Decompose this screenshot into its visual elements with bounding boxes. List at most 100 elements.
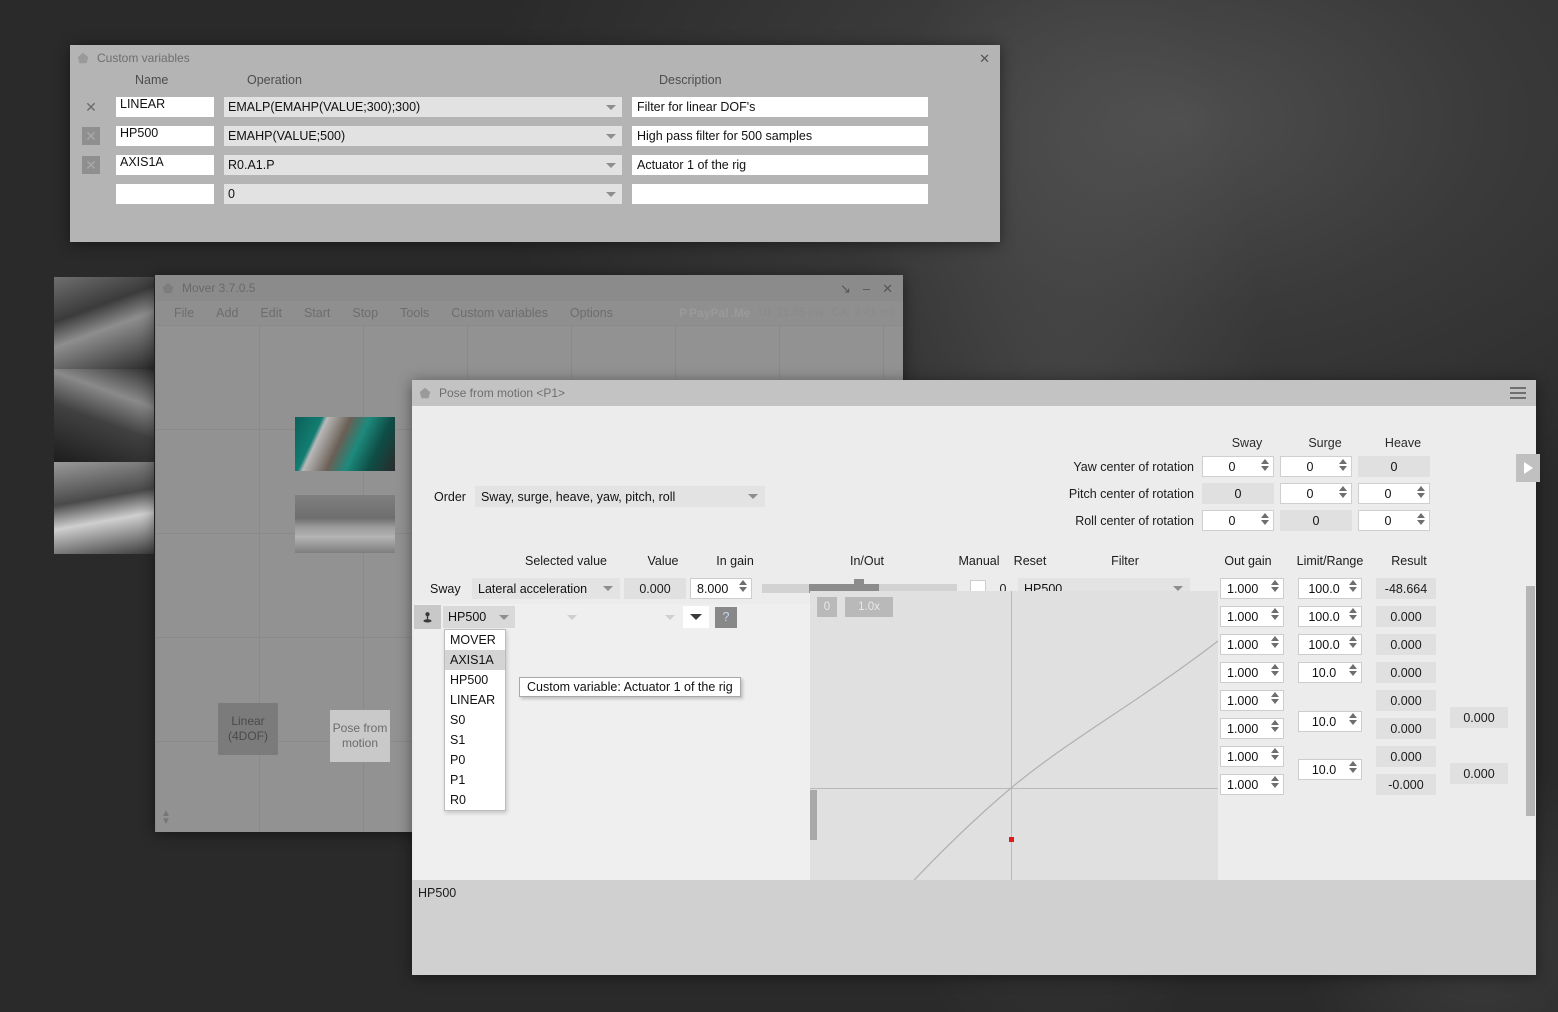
menu-item-start[interactable]: Start (293, 306, 341, 320)
menu-item-file[interactable]: File (163, 306, 205, 320)
spinner-arrows-icon[interactable] (1417, 486, 1425, 498)
graph-scroll-handle[interactable] (810, 790, 817, 840)
variable-dropdown-list[interactable]: MOVER AXIS1A HP500 LINEAR S0 S1 P0 P1 R0 (444, 629, 506, 811)
dropdown-item-hp500[interactable]: HP500 (445, 670, 505, 690)
variable-operation-combo[interactable]: EMAHP(VALUE;500) (224, 126, 622, 146)
pitch-center-surge-spinner[interactable]: 0 (1280, 483, 1352, 504)
variable-operation-combo[interactable]: R0.A1.P (224, 155, 622, 175)
variable-name-input[interactable]: AXIS1A (116, 155, 214, 175)
limit-range-input[interactable]: 10.0 (1298, 662, 1362, 683)
close-icon[interactable]: ✕ (979, 52, 990, 65)
menu-item-custom-variables[interactable]: Custom variables (440, 306, 559, 320)
minimize-icon[interactable]: – (863, 282, 870, 295)
sway-selected-value-combo[interactable]: Lateral acceleration (472, 578, 620, 599)
variable-operation-combo[interactable]: 0 (224, 184, 622, 204)
menu-item-tools[interactable]: Tools (389, 306, 440, 320)
roll-center-sway-spinner[interactable]: 0 (1202, 510, 1274, 531)
spinner-arrows-icon[interactable] (1349, 761, 1357, 773)
out-gain-input[interactable]: 1.000 (1220, 746, 1284, 767)
yaw-center-sway-spinner[interactable]: 0 (1202, 456, 1274, 477)
spinner-arrows-icon[interactable] (1271, 776, 1279, 788)
dropdown-item-p0[interactable]: P0 (445, 750, 505, 770)
paypal-link[interactable]: P PayPal .Me (679, 306, 750, 320)
spinner-arrows-icon[interactable] (1261, 459, 1269, 471)
spinner-arrows-icon[interactable] (1271, 748, 1279, 760)
secondary-dropdown-button[interactable] (683, 606, 709, 628)
variable-description-input[interactable]: Filter for linear DOF's (632, 97, 928, 117)
variable-operation-combo[interactable]: EMALP(EMAHP(VALUE;300);300) (224, 97, 622, 117)
spinner-arrows-icon[interactable] (1349, 664, 1357, 676)
order-combo[interactable]: Sway, surge, heave, yaw, pitch, roll (475, 486, 765, 507)
limit-range-input[interactable]: 100.0 (1298, 578, 1362, 599)
menu-item-stop[interactable]: Stop (341, 306, 389, 320)
variable-description-input[interactable]: Actuator 1 of the rig (632, 155, 928, 175)
spinner-arrows-icon[interactable] (1349, 580, 1357, 592)
limit-range-input[interactable]: 100.0 (1298, 606, 1362, 627)
variable-name-input[interactable]: HP500 (116, 126, 214, 146)
out-gain-input[interactable]: 1.000 (1220, 662, 1284, 683)
close-icon[interactable]: ✕ (882, 282, 893, 295)
menu-item-options[interactable]: Options (559, 306, 624, 320)
yaw-center-surge-spinner[interactable]: 0 (1280, 456, 1352, 477)
hamburger-menu-icon[interactable] (1510, 387, 1526, 399)
out-gain-input[interactable]: 1.000 (1220, 606, 1284, 627)
limit-range-input[interactable]: 100.0 (1298, 634, 1362, 655)
menu-item-add[interactable]: Add (205, 306, 249, 320)
variable-name-input[interactable]: LINEAR (116, 97, 214, 117)
spinner-arrows-icon[interactable] (1349, 608, 1357, 620)
dropdown-item-linear[interactable]: LINEAR (445, 690, 505, 710)
out-gain-input[interactable]: 1.000 (1220, 774, 1284, 795)
sway-in-gain-input[interactable]: 8.000 (690, 578, 752, 599)
spinner-arrows-icon[interactable] (1417, 513, 1425, 525)
out-gain-input[interactable]: 1.000 (1220, 718, 1284, 739)
delete-row-icon[interactable] (82, 185, 100, 203)
spinner-arrows-icon[interactable] (1261, 513, 1269, 525)
menu-item-edit[interactable]: Edit (249, 306, 293, 320)
spinner-arrows-icon[interactable] (739, 580, 747, 592)
canvas-scroll-arrows[interactable]: ▲▼ (161, 810, 171, 826)
pose-vertical-scrollbar[interactable] (1526, 586, 1535, 816)
spinner-arrows-icon[interactable] (1339, 459, 1347, 471)
delete-row-icon[interactable]: ✕ (82, 156, 100, 174)
limit-range-input[interactable]: 10.0 (1298, 711, 1362, 732)
spinner-arrows-icon[interactable] (1349, 636, 1357, 648)
dropdown-item-s0[interactable]: S0 (445, 710, 505, 730)
dropdown-item-s1[interactable]: S1 (445, 730, 505, 750)
variable-icon[interactable] (414, 605, 441, 629)
play-button[interactable] (1516, 454, 1540, 482)
roll-center-heave-spinner[interactable]: 0 (1358, 510, 1430, 531)
dropdown-item-p1[interactable]: P1 (445, 770, 505, 790)
out-gain-input[interactable]: 1.000 (1220, 690, 1284, 711)
spinner-arrows-icon[interactable] (1271, 692, 1279, 704)
spinner-arrows-icon[interactable] (1271, 608, 1279, 620)
mover-titlebar[interactable]: Mover 3.7.0.5 ↘ – ✕ (155, 275, 903, 301)
delete-row-icon[interactable]: ✕ (82, 127, 100, 145)
delete-row-icon[interactable]: ✕ (82, 98, 100, 116)
out-gain-input[interactable]: 1.000 (1220, 578, 1284, 599)
spinner-arrows-icon[interactable] (1349, 713, 1357, 725)
pitch-center-heave-spinner[interactable]: 0 (1358, 483, 1430, 504)
limit-range-input[interactable]: 10.0 (1298, 759, 1362, 780)
variable-picker-combo[interactable]: HP500 (443, 606, 515, 628)
spinner-arrows-icon[interactable] (1271, 664, 1279, 676)
spinner-arrows-icon[interactable] (1271, 636, 1279, 648)
node-pose-from-motion[interactable]: Pose from motion (330, 710, 390, 762)
dropdown-item-mover[interactable]: MOVER (445, 630, 505, 650)
dropdown-item-axis1a[interactable]: AXIS1A (445, 650, 505, 670)
node-linear-4dof[interactable]: Linear (4DOF) (218, 703, 278, 755)
dropdown-item-r0[interactable]: R0 (445, 790, 505, 810)
variable-description-input[interactable]: High pass filter for 500 samples (632, 126, 928, 146)
variable-name-input[interactable] (116, 184, 214, 204)
help-button[interactable]: ? (715, 607, 737, 628)
variable-description-input[interactable] (632, 184, 928, 204)
spinner-arrows-icon[interactable] (1339, 486, 1347, 498)
out-gain-input[interactable]: 1.000 (1220, 634, 1284, 655)
custom-variables-titlebar[interactable]: Custom variables ✕ (70, 45, 1000, 71)
pose-titlebar[interactable]: Pose from motion <P1> (412, 380, 1536, 406)
graph-offset-button[interactable]: 0 (817, 597, 837, 617)
graph-zoom-button[interactable]: 1.0x (845, 597, 893, 617)
spinner-arrows-icon[interactable] (1271, 720, 1279, 732)
out-gain-row: 1.000 (1220, 774, 1284, 795)
spinner-arrows-icon[interactable] (1271, 580, 1279, 592)
restore-icon[interactable]: ↘ (840, 282, 851, 295)
